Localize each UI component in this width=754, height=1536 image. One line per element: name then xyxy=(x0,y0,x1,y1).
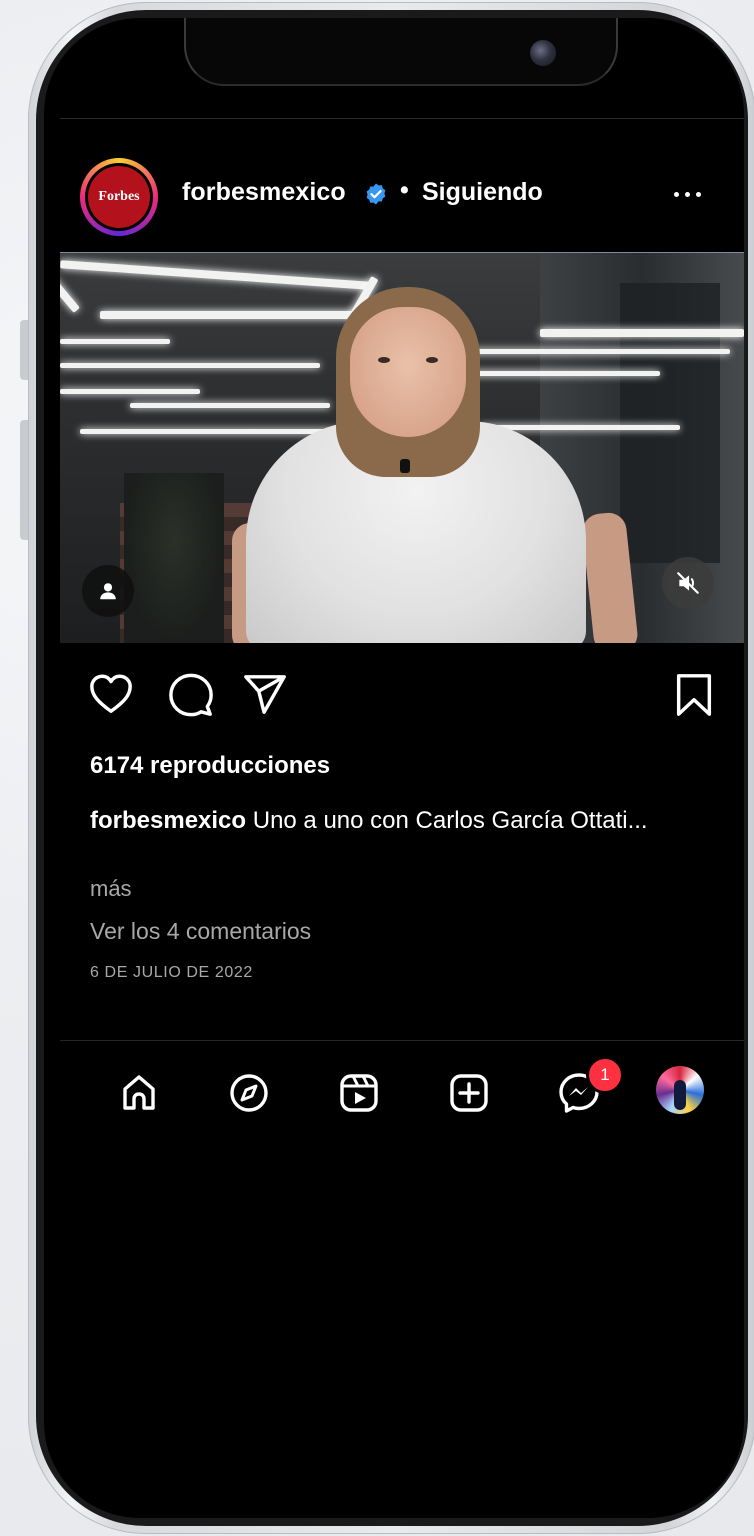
more-options-icon[interactable] xyxy=(674,182,714,206)
account-username[interactable]: forbesmexico xyxy=(182,178,346,207)
view-comments-link[interactable]: Ver los 4 comentarios xyxy=(90,918,311,945)
phone-screen: Forbes forbesmexico • Siguiendo 6174 rep… xyxy=(44,18,744,1518)
forbes-logo: Forbes xyxy=(88,166,150,228)
tabbar-divider xyxy=(60,1040,744,1041)
messages-badge: 1 xyxy=(586,1056,624,1094)
tab-home[interactable] xyxy=(116,1070,162,1116)
view-count[interactable]: 6174 reproducciones xyxy=(90,752,330,780)
following-button[interactable]: Siguiendo xyxy=(422,178,543,207)
home-icon xyxy=(123,1075,155,1110)
post-header: Forbes forbesmexico • Siguiendo xyxy=(60,136,744,254)
phone-notch xyxy=(184,18,618,86)
post-actions xyxy=(60,668,744,728)
mute-toggle-button[interactable] xyxy=(662,557,714,609)
caption-more-link[interactable]: más xyxy=(90,876,132,902)
explore-compass-icon xyxy=(230,1074,268,1112)
caption-text: Uno a uno con Carlos García Ottati... xyxy=(246,807,648,834)
create-plus-icon xyxy=(450,1074,488,1112)
comment-icon[interactable] xyxy=(168,672,214,718)
tab-profile-avatar[interactable] xyxy=(656,1066,704,1114)
bottom-tab-bar: 1 xyxy=(60,1056,744,1128)
post-video[interactable] xyxy=(60,252,744,643)
save-bookmark-icon[interactable] xyxy=(674,672,714,718)
reels-icon xyxy=(340,1074,378,1112)
post-date: 6 DE JULIO DE 2022 xyxy=(90,964,253,981)
phone-side-button xyxy=(20,320,28,380)
tab-explore[interactable] xyxy=(226,1070,272,1116)
user-icon xyxy=(100,583,116,600)
like-heart-icon[interactable] xyxy=(88,672,134,716)
account-avatar[interactable]: Forbes xyxy=(80,158,158,236)
speaker-muted-icon xyxy=(677,572,699,594)
tab-reels[interactable] xyxy=(336,1070,382,1116)
front-camera xyxy=(530,40,556,66)
caption-username[interactable]: forbesmexico xyxy=(90,807,246,834)
phone-side-button xyxy=(20,420,28,540)
tagged-users-button[interactable] xyxy=(82,565,134,617)
tab-create[interactable] xyxy=(446,1070,492,1116)
header-separator: • xyxy=(400,176,409,204)
share-send-icon[interactable] xyxy=(242,672,288,718)
header-divider xyxy=(60,118,744,119)
verified-badge-icon xyxy=(366,183,386,205)
post-caption: forbesmexico Uno a uno con Carlos García… xyxy=(90,804,650,838)
